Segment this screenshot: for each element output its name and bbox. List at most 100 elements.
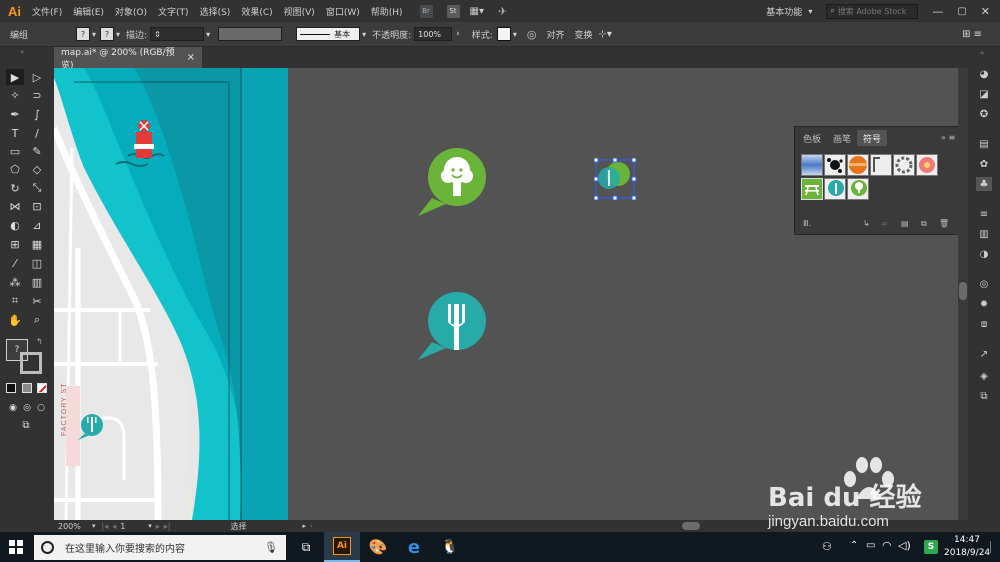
zoom-tool-icon[interactable]: ⌕: [28, 312, 46, 328]
mesh-tool-icon[interactable]: ⊞: [6, 236, 24, 252]
rectangle-tool-icon[interactable]: ▭: [6, 143, 24, 159]
cc-libraries-icon[interactable]: ✪: [976, 107, 992, 121]
people-icon[interactable]: ⚇: [822, 540, 832, 553]
lasso-tool-icon[interactable]: ⊃: [28, 87, 46, 103]
magic-wand-tool-icon[interactable]: ✧: [6, 87, 24, 103]
menu-effect[interactable]: 效果(C): [241, 5, 272, 18]
new-symbol-icon[interactable]: ⧉: [921, 219, 927, 229]
column-graph-tool-icon[interactable]: ▥: [28, 274, 46, 290]
vertical-scroll-thumb[interactable]: [959, 282, 967, 300]
taskbar-search-box[interactable]: 在这里输入你要搜索的内容 🎙: [34, 535, 286, 560]
shaper-tool-icon[interactable]: ⬠: [6, 161, 24, 177]
graphic-style-dropdown-icon[interactable]: ▾: [513, 30, 517, 39]
line-tool-icon[interactable]: /: [28, 125, 46, 141]
menu-edit[interactable]: 编辑(E): [73, 5, 104, 18]
clock[interactable]: 14:47 2018/9/24: [944, 534, 990, 560]
document-tab[interactable]: map.ai* @ 200% (RGB/预览) ×: [54, 47, 202, 71]
recolor-artwork-icon[interactable]: ◎: [527, 28, 537, 41]
color-guide-icon[interactable]: ◪: [976, 87, 992, 101]
battery-icon[interactable]: ▭: [866, 540, 875, 551]
zoom-field[interactable]: 200%: [58, 522, 92, 531]
draw-inside-icon[interactable]: ○: [32, 400, 50, 416]
maximize-button[interactable]: ▢: [957, 6, 966, 17]
gradient-mode-icon[interactable]: [22, 383, 32, 393]
last-artboard-icon[interactable]: ▸|: [164, 522, 171, 531]
symbol-sprayer-tool-icon[interactable]: ⁂: [6, 274, 24, 290]
free-transform-tool-icon[interactable]: ⊡: [28, 198, 46, 214]
symbol-swatch-bracket-frame[interactable]: [870, 154, 892, 176]
place-symbol-instance-icon[interactable]: ↳: [863, 219, 870, 228]
image-trace-icon[interactable]: ▤: [976, 137, 992, 151]
tab-symbols[interactable]: 符号: [857, 130, 887, 146]
taskbar-illustrator-app[interactable]: Ai: [324, 532, 360, 562]
panel-menu-icon[interactable]: » ≡: [941, 133, 955, 142]
panel-options-icon[interactable]: ⊞ ≡: [962, 29, 982, 40]
symbols-panel-icon[interactable]: ♣: [976, 177, 992, 191]
gradient-panel-icon[interactable]: ▥: [976, 227, 992, 241]
bridge-button[interactable]: Br: [419, 4, 433, 18]
stroke-weight-dropdown-icon[interactable]: ▾: [206, 30, 210, 39]
scale-tool-icon[interactable]: ⤡: [28, 180, 46, 196]
symbol-swatch-blue-gradient[interactable]: [801, 154, 823, 176]
menu-object[interactable]: 对象(O): [115, 5, 147, 18]
zoom-dropdown-icon[interactable]: ▾: [92, 522, 96, 530]
direct-selection-tool-icon[interactable]: ▷: [28, 69, 46, 85]
artboards-panel-icon[interactable]: ⧉: [976, 389, 992, 403]
show-hidden-icons[interactable]: ⌃: [850, 540, 858, 551]
transform-link[interactable]: 变换: [574, 28, 592, 41]
status-menu-arrow-icon[interactable]: ▸: [303, 522, 307, 530]
screen-mode-icon[interactable]: ⧉: [17, 417, 35, 433]
artboard-number-field[interactable]: 1: [120, 522, 148, 531]
toolbar-collapse-icon[interactable]: «: [20, 48, 24, 56]
delete-symbol-icon[interactable]: 🗑: [939, 219, 949, 228]
horizontal-scroll-thumb[interactable]: [682, 522, 700, 530]
curvature-tool-icon[interactable]: ∫: [28, 106, 46, 122]
width-tool-icon[interactable]: ⋈: [6, 198, 24, 214]
perspective-grid-tool-icon[interactable]: ⊿: [28, 217, 46, 233]
symbol-swatch-ring[interactable]: [893, 154, 915, 176]
break-link-icon[interactable]: ∞: [881, 219, 888, 228]
slice-tool-icon[interactable]: ✂: [28, 293, 46, 309]
transform-options-icon[interactable]: ⊹▾: [598, 29, 611, 40]
microphone-icon[interactable]: 🎙: [264, 541, 278, 554]
menu-view[interactable]: 视图(V): [284, 5, 315, 18]
fill-swatch[interactable]: ?: [76, 27, 90, 41]
network-icon[interactable]: ◠: [882, 539, 892, 552]
notification-center-icon[interactable]: [990, 541, 996, 553]
qq-app-icon[interactable]: 🐧: [432, 532, 468, 562]
first-artboard-icon[interactable]: |◂: [102, 522, 109, 531]
task-view-icon[interactable]: ⧉: [288, 532, 324, 562]
stock-button[interactable]: St: [446, 4, 460, 18]
volume-icon[interactable]: ◁): [898, 539, 911, 552]
graphic-styles-icon[interactable]: ✹: [976, 297, 992, 311]
asset-export-icon[interactable]: ⧈: [976, 317, 992, 331]
paintbrush-tool-icon[interactable]: ✎: [28, 143, 46, 159]
hand-tool-icon[interactable]: ✋: [6, 312, 24, 328]
gpu-performance-icon[interactable]: ✈: [498, 5, 507, 18]
stroke-weight-stepper[interactable]: ⇕: [150, 27, 205, 41]
symbol-libraries-menu-icon[interactable]: Ⅲ.: [803, 219, 811, 228]
selection-tool-icon[interactable]: ▶: [6, 69, 24, 85]
previous-artboard-icon[interactable]: ◂: [112, 522, 116, 531]
symbol-swatch-flower[interactable]: [916, 154, 938, 176]
opacity-arrow-icon[interactable]: ›: [456, 29, 460, 39]
ime-indicator[interactable]: S: [924, 540, 938, 554]
selected-symbol-group[interactable]: [594, 158, 636, 200]
next-artboard-icon[interactable]: ▸: [156, 522, 160, 531]
transparency-panel-icon[interactable]: ◑: [976, 247, 992, 261]
edge-browser-icon[interactable]: e: [396, 532, 432, 562]
symbol-swatch-orange-ball[interactable]: [847, 154, 869, 176]
map-artboard[interactable]: FACTORY ST: [54, 68, 288, 520]
opacity-field[interactable]: 100%: [414, 27, 453, 41]
variable-width-profile[interactable]: [218, 27, 283, 41]
dock-expand-icon[interactable]: »: [980, 49, 984, 57]
close-tab-icon[interactable]: ×: [187, 52, 195, 63]
tree-marker-symbol[interactable]: [416, 146, 488, 218]
layers-panel-icon[interactable]: ◈: [976, 369, 992, 383]
color-panel-icon[interactable]: ◕: [976, 67, 992, 81]
color-mode-icon[interactable]: [6, 383, 16, 393]
minimize-button[interactable]: —: [932, 5, 943, 18]
menu-select[interactable]: 选择(S): [200, 5, 231, 18]
vertical-scrollbar[interactable]: [958, 68, 968, 520]
pen-tool-icon[interactable]: ✒: [6, 106, 24, 122]
